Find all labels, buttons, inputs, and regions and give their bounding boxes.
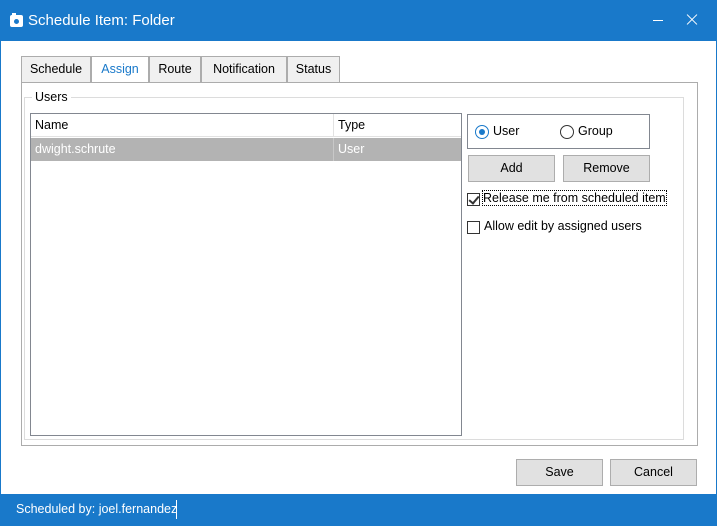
schedule-item-window: Schedule Item: Folder Schedule Assign Ro… bbox=[0, 0, 717, 526]
group-radio[interactable] bbox=[560, 125, 574, 139]
camera-icon bbox=[10, 13, 23, 27]
group-radio-label[interactable]: Group bbox=[578, 124, 613, 138]
add-button[interactable]: Add bbox=[468, 155, 555, 182]
tab-status[interactable]: Status bbox=[287, 56, 340, 83]
title-bar[interactable]: Schedule Item: Folder bbox=[1, 1, 716, 41]
tab-route[interactable]: Route bbox=[149, 56, 201, 83]
column-header-name[interactable]: Name bbox=[31, 114, 334, 137]
cancel-button[interactable]: Cancel bbox=[610, 459, 697, 486]
tab-schedule[interactable]: Schedule bbox=[21, 56, 91, 83]
release-checkbox[interactable] bbox=[467, 193, 480, 206]
cell-type: User bbox=[338, 142, 365, 156]
table-row[interactable]: dwight.schrute User bbox=[31, 138, 461, 161]
status-separator bbox=[176, 500, 177, 519]
save-button[interactable]: Save bbox=[516, 459, 603, 486]
window-title: Schedule Item: Folder bbox=[28, 12, 175, 29]
minimize-icon[interactable] bbox=[642, 7, 674, 33]
assign-type-radio-group: User Group bbox=[467, 114, 650, 149]
scheduled-by-text: Scheduled by: joel.fernandez bbox=[16, 502, 178, 516]
users-group-legend: Users bbox=[32, 90, 71, 104]
allow-edit-checkbox-label[interactable]: Allow edit by assigned users bbox=[484, 219, 642, 233]
user-radio-label[interactable]: User bbox=[493, 124, 519, 138]
status-bar: Scheduled by: joel.fernandez bbox=[1, 494, 716, 525]
user-radio[interactable] bbox=[475, 125, 489, 139]
remove-button[interactable]: Remove bbox=[563, 155, 650, 182]
tab-notification[interactable]: Notification bbox=[201, 56, 287, 83]
column-header-type[interactable]: Type bbox=[334, 114, 461, 137]
tab-assign[interactable]: Assign bbox=[91, 56, 149, 84]
table-header: Name Type bbox=[31, 114, 461, 137]
cell-name: dwight.schrute bbox=[31, 138, 334, 161]
release-checkbox-label[interactable]: Release me from scheduled item bbox=[482, 190, 667, 206]
close-icon[interactable] bbox=[676, 7, 708, 33]
allow-edit-checkbox[interactable] bbox=[467, 221, 480, 234]
users-table[interactable]: Name Type dwight.schrute User bbox=[30, 113, 462, 436]
